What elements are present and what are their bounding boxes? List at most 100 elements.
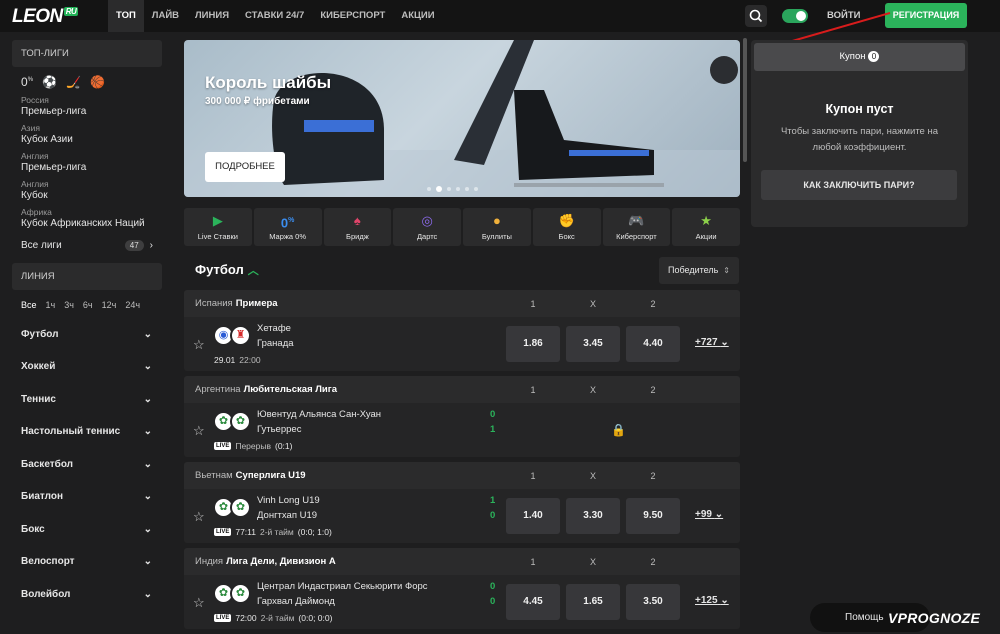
quick-link-promos[interactable]: ★ Акции — [672, 208, 740, 246]
odd-button-1[interactable]: 1.86 — [506, 326, 560, 362]
sport-item-basketball[interactable]: Баскетбол ⌄ — [12, 448, 162, 481]
nav-esports[interactable]: КИБЕРСПОРТ — [312, 0, 393, 32]
coupon-tab[interactable]: Купон 0 — [754, 43, 965, 71]
section-title-label: Футбол — [195, 262, 244, 277]
carousel-dot[interactable] — [447, 187, 451, 191]
nav-top[interactable]: ТОП — [108, 0, 144, 32]
carousel-dot[interactable] — [456, 187, 460, 191]
league-block: Вьетнам Суперлига U19 1 X 2 ☆ ✿ ✿ Vinh Lon… — [184, 462, 740, 543]
sport-item-volleyball[interactable]: Волейбол ⌄ — [12, 578, 162, 611]
odds-header-x: X — [589, 384, 596, 395]
match-row[interactable]: ☆ ✿ ✿ Vinh Long U19 Донгтхап U19 1 0 LIVE… — [184, 489, 740, 543]
logo[interactable]: LEON RU — [12, 6, 79, 28]
quick-link-boxing[interactable]: ✊ Бокс — [532, 208, 601, 246]
odd-button-x[interactable]: 3.30 — [566, 498, 620, 534]
search-button[interactable] — [745, 5, 767, 27]
quick-link-bridge[interactable]: ♠ Бридж — [323, 208, 392, 246]
football-icon[interactable]: ⚽ — [42, 75, 57, 89]
sidebar-league[interactable]: Россия Премьер-лига — [12, 92, 162, 120]
quick-link-margin[interactable]: 0% Маржа 0% — [253, 208, 322, 246]
carousel-dot[interactable] — [465, 187, 469, 191]
promo-banner[interactable]: Король шайбы 300 000 ₽ фрибетами ПОДРОБН… — [184, 40, 740, 197]
match-info: LIVE 72:00 2-й тайм (0:0; 0:0) — [214, 613, 332, 623]
sport-label: Бокс — [21, 523, 45, 535]
nav-live[interactable]: ЛАЙВ — [144, 0, 187, 32]
period-6h[interactable]: 6ч — [83, 300, 93, 310]
league-header[interactable]: Испания Примера 1 X 2 — [184, 290, 740, 317]
star-icon[interactable]: ☆ — [193, 595, 205, 611]
more-markets-link[interactable]: +727 ⌄ — [695, 337, 729, 348]
odd-button-1[interactable]: 4.45 — [506, 584, 560, 620]
theme-toggle[interactable] — [782, 9, 808, 23]
sidebar-league[interactable]: Африка Кубок Африканских Наций — [12, 204, 162, 232]
hockey-icon[interactable]: 🏒 — [66, 75, 81, 89]
more-markets-link[interactable]: +99 ⌄ — [695, 509, 723, 520]
sport-item-hockey[interactable]: Хоккей ⌄ — [12, 351, 162, 384]
zero-margin-icon[interactable]: 0% — [21, 75, 33, 89]
sport-item-boxing[interactable]: Бокс ⌄ — [12, 513, 162, 546]
star-icon[interactable]: ☆ — [193, 337, 205, 353]
sport-item-cycling[interactable]: Велоспорт ⌄ — [12, 546, 162, 579]
quick-link-label: Дартс — [416, 231, 438, 241]
team-away: Гутьеррес — [257, 424, 302, 435]
league-header[interactable]: Аргентина Любительская Лига 1 X 2 — [184, 376, 740, 403]
ticket-icon: ★ — [700, 212, 712, 228]
carousel-dot[interactable] — [427, 187, 431, 191]
carousel-dot[interactable] — [474, 187, 478, 191]
line-header: ЛИНИЯ — [12, 263, 162, 290]
nav-line[interactable]: ЛИНИЯ — [187, 0, 237, 32]
league-header[interactable]: Вьетнам Суперлига U19 1 X 2 — [184, 462, 740, 489]
quick-link-label: Бокс — [558, 231, 575, 241]
team-logo: ✿ — [230, 411, 251, 432]
section-title[interactable]: Футбол ︿ — [195, 262, 259, 278]
league-header[interactable]: Индия Лига Дели, Дивизион А 1 X 2 — [184, 548, 740, 575]
period-12h[interactable]: 12ч — [102, 300, 117, 310]
carousel-dot-active[interactable] — [436, 186, 442, 192]
odd-button-2[interactable]: 4.40 — [626, 326, 680, 362]
more-markets-link[interactable]: +125 ⌄ — [695, 595, 729, 606]
lock-icon: 🔒 — [611, 423, 626, 437]
league-country: Англия — [21, 179, 49, 189]
odd-button-1[interactable]: 1.40 — [506, 498, 560, 534]
match-row[interactable]: ☆ ◉ ♜ Хетафе Гранада 29.01 22:00 1.86 3.45… — [184, 317, 740, 371]
banner-more-button[interactable]: ПОДРОБНЕЕ — [205, 152, 285, 182]
odd-button-x[interactable]: 3.45 — [566, 326, 620, 362]
basketball-icon[interactable]: 🏀 — [90, 75, 105, 89]
sport-item-tennis[interactable]: Теннис ⌄ — [12, 383, 162, 416]
match-row[interactable]: ☆ ✿ ✿ Централ Индастриал Секьюрити Форс Г… — [184, 575, 740, 629]
boxing-glove-icon: ✊ — [558, 212, 575, 228]
league-block: Аргентина Любительская Лига 1 X 2 ☆ ✿ ✿ Юв… — [184, 376, 740, 457]
star-icon[interactable]: ☆ — [193, 423, 205, 439]
register-button[interactable]: РЕГИСТРАЦИЯ — [885, 3, 967, 28]
market-select[interactable]: Победитель ⇕ — [659, 257, 739, 284]
chevron-right-icon: › — [149, 240, 153, 251]
team-logos: ✿ ✿ — [213, 583, 251, 604]
period-1h[interactable]: 1ч — [46, 300, 56, 310]
period-all[interactable]: Все — [21, 300, 37, 310]
period-24h[interactable]: 24ч — [125, 300, 140, 310]
sport-item-football[interactable]: Футбол ⌄ — [12, 318, 162, 351]
sidebar-league[interactable]: Азия Кубок Азии — [12, 120, 162, 148]
how-to-bet-button[interactable]: КАК ЗАКЛЮЧИТЬ ПАРИ? — [761, 170, 957, 200]
match-row[interactable]: ☆ ✿ ✿ Ювентуд Альянса Сан-Хуан Гутьеррес … — [184, 403, 740, 457]
quick-link-shootouts[interactable]: ● Буллиты — [463, 208, 531, 246]
odd-button-2[interactable]: 9.50 — [626, 498, 680, 534]
quick-link-live[interactable]: ▶ Live Ставки — [184, 208, 252, 246]
quick-link-esports[interactable]: 🎮 Киберспорт — [602, 208, 671, 246]
nav-promos[interactable]: АКЦИИ — [393, 0, 442, 32]
period-3h[interactable]: 3ч — [64, 300, 74, 310]
scrollbar[interactable] — [743, 38, 747, 162]
sidebar-league[interactable]: Англия Кубок — [12, 176, 162, 204]
sport-item-table-tennis[interactable]: Настольный теннис ⌄ — [12, 416, 162, 449]
quick-link-darts[interactable]: ◎ Дартс — [393, 208, 461, 246]
nav-bets-247[interactable]: СТАВКИ 24/7 — [237, 0, 312, 32]
star-icon[interactable]: ☆ — [193, 509, 205, 525]
sport-item-biathlon[interactable]: Биатлон ⌄ — [12, 481, 162, 514]
all-leagues-link[interactable]: Все лиги 47 › — [12, 232, 162, 259]
sidebar-league[interactable]: Англия Премьер-лига — [12, 148, 162, 176]
odd-button-2[interactable]: 3.50 — [626, 584, 680, 620]
top-leagues-header: ТОП-ЛИГИ — [12, 40, 162, 67]
match-info: LIVE Перерыв (0:1) — [214, 441, 292, 451]
odd-button-x[interactable]: 1.65 — [566, 584, 620, 620]
team-logos: ✿ ✿ — [213, 497, 251, 518]
